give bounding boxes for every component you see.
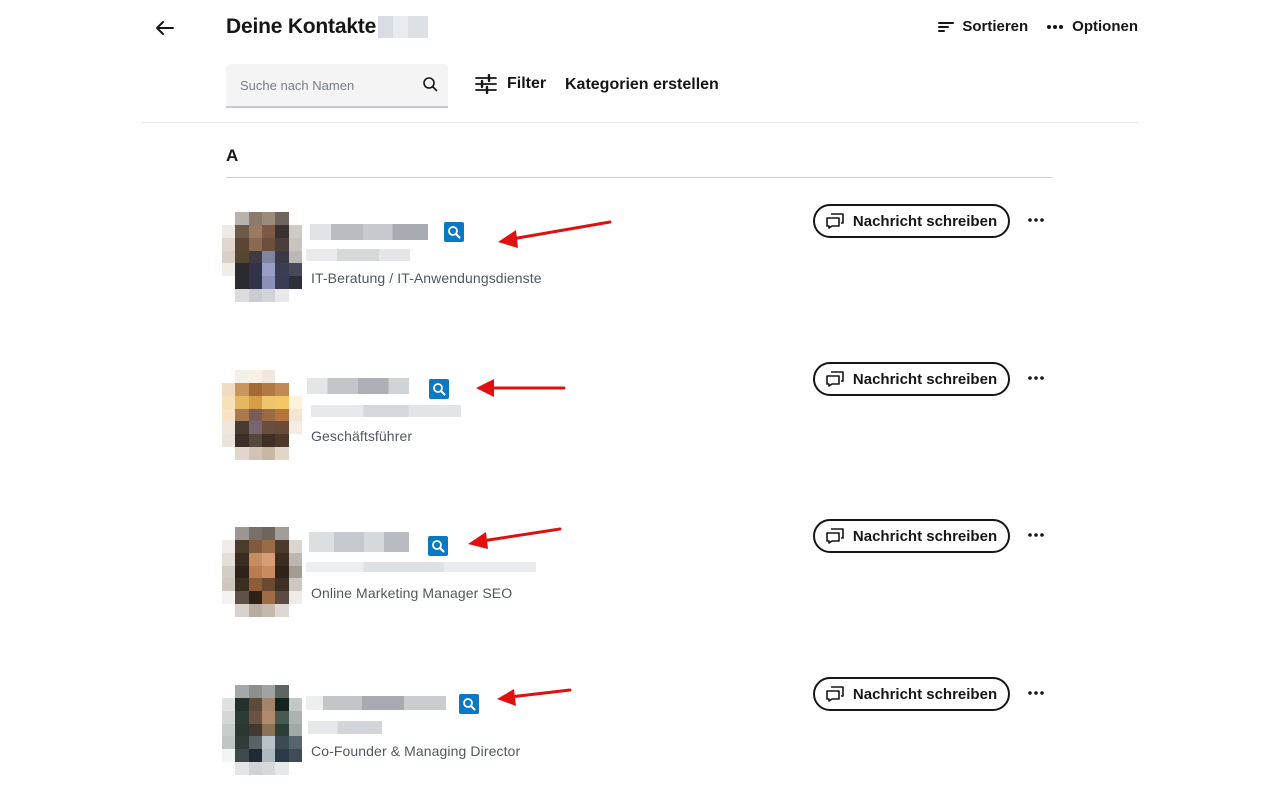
contact-name-redacted[interactable]	[307, 378, 409, 394]
magnifier-badge-icon[interactable]	[429, 379, 449, 399]
contact-job-title: IT-Beratung / IT-Anwendungsdienste	[311, 270, 542, 286]
annotation-arrow-icon	[498, 220, 612, 248]
more-horizontal-icon	[1028, 691, 1044, 695]
sort-icon	[938, 21, 955, 32]
contact-more-button[interactable]	[1022, 681, 1050, 705]
sort-button[interactable]: Sortieren	[938, 18, 1028, 35]
contact-more-button[interactable]	[1022, 523, 1050, 547]
create-categories-button[interactable]: Kategorien erstellen	[565, 76, 719, 94]
write-message-button[interactable]: Nachricht schreiben	[813, 204, 1010, 238]
contact-job-title: Co-Founder & Managing Director	[311, 743, 521, 759]
chat-bubble-icon	[826, 371, 844, 387]
write-message-label: Nachricht schreiben	[852, 685, 998, 703]
header-divider	[141, 122, 1139, 123]
annotation-arrow-icon	[476, 379, 566, 397]
avatar[interactable]	[222, 527, 302, 617]
chat-bubble-icon	[826, 528, 844, 544]
more-horizontal-icon	[1028, 533, 1044, 537]
contact-company-redacted	[306, 562, 536, 572]
section-divider	[226, 177, 1052, 178]
sort-label: Sortieren	[962, 18, 1029, 35]
contact-company-redacted	[311, 405, 461, 417]
contact-company-redacted	[306, 249, 410, 261]
header-actions: Sortieren Optionen	[938, 18, 1138, 35]
avatar[interactable]	[222, 370, 302, 460]
avatar[interactable]	[222, 212, 302, 302]
contact-more-button[interactable]	[1022, 208, 1050, 232]
back-button[interactable]	[153, 16, 177, 40]
contact-row: Geschäftsführer Nachricht schreiben	[222, 362, 1052, 462]
chat-bubble-icon	[826, 213, 844, 229]
avatar[interactable]	[222, 685, 302, 775]
search-input[interactable]	[240, 77, 410, 93]
sliders-icon	[475, 74, 497, 94]
section-letter: A	[226, 146, 239, 165]
chat-bubble-icon	[826, 686, 844, 702]
contact-more-button[interactable]	[1022, 366, 1050, 390]
write-message-button[interactable]: Nachricht schreiben	[813, 519, 1010, 553]
annotation-arrow-icon	[468, 527, 562, 549]
search-field[interactable]	[226, 64, 448, 108]
write-message-label: Nachricht schreiben	[852, 370, 998, 388]
contact-job-title: Online Marketing Manager SEO	[311, 585, 513, 601]
arrow-left-icon	[156, 21, 174, 35]
contact-count-redacted	[378, 16, 429, 38]
more-horizontal-icon	[1028, 218, 1044, 222]
more-horizontal-icon	[1047, 24, 1064, 29]
page-title: Deine Kontakte	[226, 15, 429, 39]
write-message-label: Nachricht schreiben	[852, 527, 998, 545]
search-icon[interactable]	[422, 76, 438, 97]
contact-row: IT-Beratung / IT-Anwendungsdienste Nachr…	[222, 204, 1052, 304]
magnifier-badge-icon[interactable]	[428, 536, 448, 556]
contact-row: Online Marketing Manager SEO Nachricht s…	[222, 519, 1052, 619]
filter-button[interactable]: Filter	[475, 74, 546, 94]
contact-name-redacted[interactable]	[310, 224, 428, 240]
page-title-text: Deine Kontakte	[226, 15, 377, 38]
contact-name-redacted[interactable]	[309, 532, 409, 552]
write-message-button[interactable]: Nachricht schreiben	[813, 362, 1010, 396]
filter-label: Filter	[507, 75, 547, 92]
magnifier-badge-icon[interactable]	[459, 694, 479, 714]
contact-job-title: Geschäftsführer	[311, 428, 413, 444]
write-message-button[interactable]: Nachricht schreiben	[813, 677, 1010, 711]
options-button[interactable]: Optionen	[1046, 18, 1138, 35]
more-horizontal-icon	[1028, 376, 1044, 380]
options-label: Optionen	[1072, 18, 1138, 35]
magnifier-badge-icon[interactable]	[444, 222, 464, 242]
annotation-arrow-icon	[497, 688, 572, 706]
contact-name-redacted[interactable]	[306, 696, 446, 710]
write-message-label: Nachricht schreiben	[852, 212, 998, 230]
contact-company-redacted	[308, 721, 382, 734]
contact-row: Co-Founder & Managing Director Nachricht…	[222, 677, 1052, 777]
